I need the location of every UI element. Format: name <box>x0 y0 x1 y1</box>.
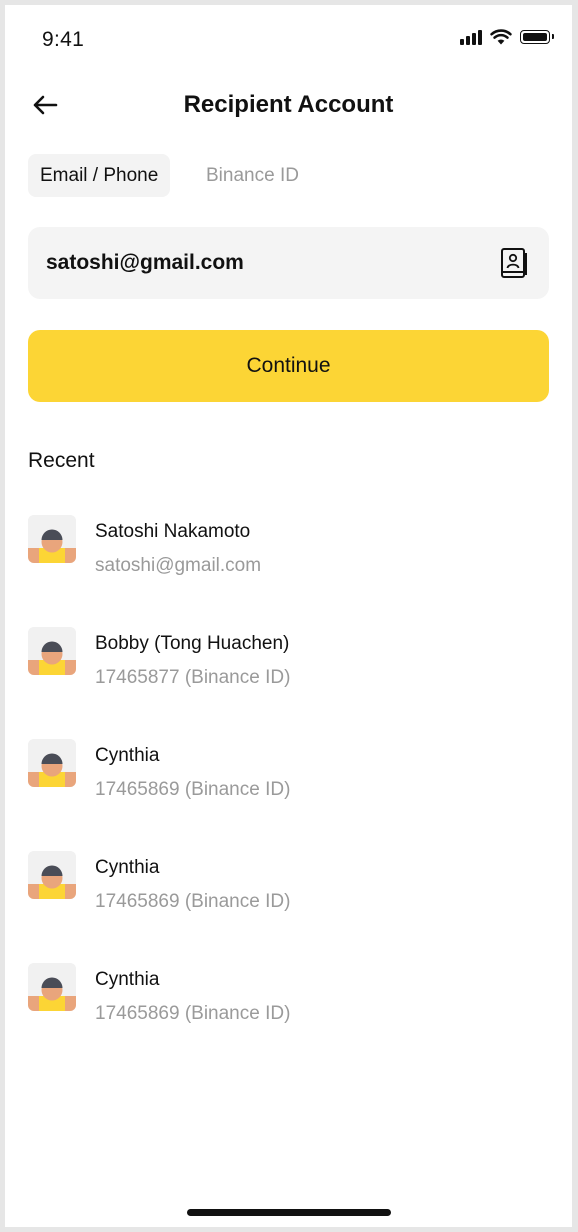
recent-item-name: Cynthia <box>95 969 160 990</box>
recent-item-detail: 17465877 (Binance ID) <box>95 667 291 688</box>
recent-item-name: Satoshi Nakamoto <box>95 521 251 542</box>
recent-list: Satoshi Nakamoto satoshi@gmail.com Bobby… <box>28 515 549 1075</box>
status-icons <box>460 29 554 45</box>
recent-item[interactable]: Cynthia 17465869 (Binance ID) <box>28 851 549 963</box>
recent-item-name: Bobby (Tong Huachen) <box>95 633 290 654</box>
user-avatar-icon <box>28 739 76 787</box>
avatar <box>28 963 76 1011</box>
recent-item[interactable]: Cynthia 17465869 (Binance ID) <box>28 963 549 1075</box>
address-book-icon <box>501 248 527 278</box>
status-time: 9:41 <box>42 28 85 51</box>
page-title: Recipient Account <box>183 91 394 118</box>
tab-email-phone[interactable]: Email / Phone <box>28 154 171 197</box>
recent-item[interactable]: Cynthia 17465869 (Binance ID) <box>28 739 549 851</box>
recent-item-detail: 17465869 (Binance ID) <box>95 891 291 912</box>
recent-item-name: Cynthia <box>95 745 160 766</box>
cellular-signal-icon <box>460 29 482 45</box>
user-avatar-icon <box>28 515 76 563</box>
user-avatar-icon <box>28 627 76 675</box>
recent-item-detail: satoshi@gmail.com <box>95 555 262 576</box>
contacts-button[interactable] <box>499 247 529 279</box>
recent-item[interactable]: Satoshi Nakamoto satoshi@gmail.com <box>28 515 549 627</box>
avatar <box>28 515 76 563</box>
recent-item-detail: 17465869 (Binance ID) <box>95 779 291 800</box>
avatar <box>28 627 76 675</box>
avatar <box>28 851 76 899</box>
recipient-input[interactable] <box>46 227 486 299</box>
phone-screen: 9:41 Recipient Account Email / Phone Bin… <box>5 5 572 1227</box>
recent-item-name: Cynthia <box>95 857 160 878</box>
recipient-input-container <box>28 227 549 299</box>
avatar <box>28 739 76 787</box>
home-indicator[interactable] <box>187 1209 391 1216</box>
user-avatar-icon <box>28 851 76 899</box>
wifi-icon <box>490 29 512 45</box>
recent-section-title: Recent <box>28 449 95 472</box>
user-avatar-icon <box>28 963 76 1011</box>
recent-item[interactable]: Bobby (Tong Huachen) 17465877 (Binance I… <box>28 627 549 739</box>
recent-item-detail: 17465869 (Binance ID) <box>95 1003 291 1024</box>
continue-button[interactable]: Continue <box>28 330 549 402</box>
tab-binance-id[interactable]: Binance ID <box>194 154 311 197</box>
battery-icon <box>520 30 554 44</box>
